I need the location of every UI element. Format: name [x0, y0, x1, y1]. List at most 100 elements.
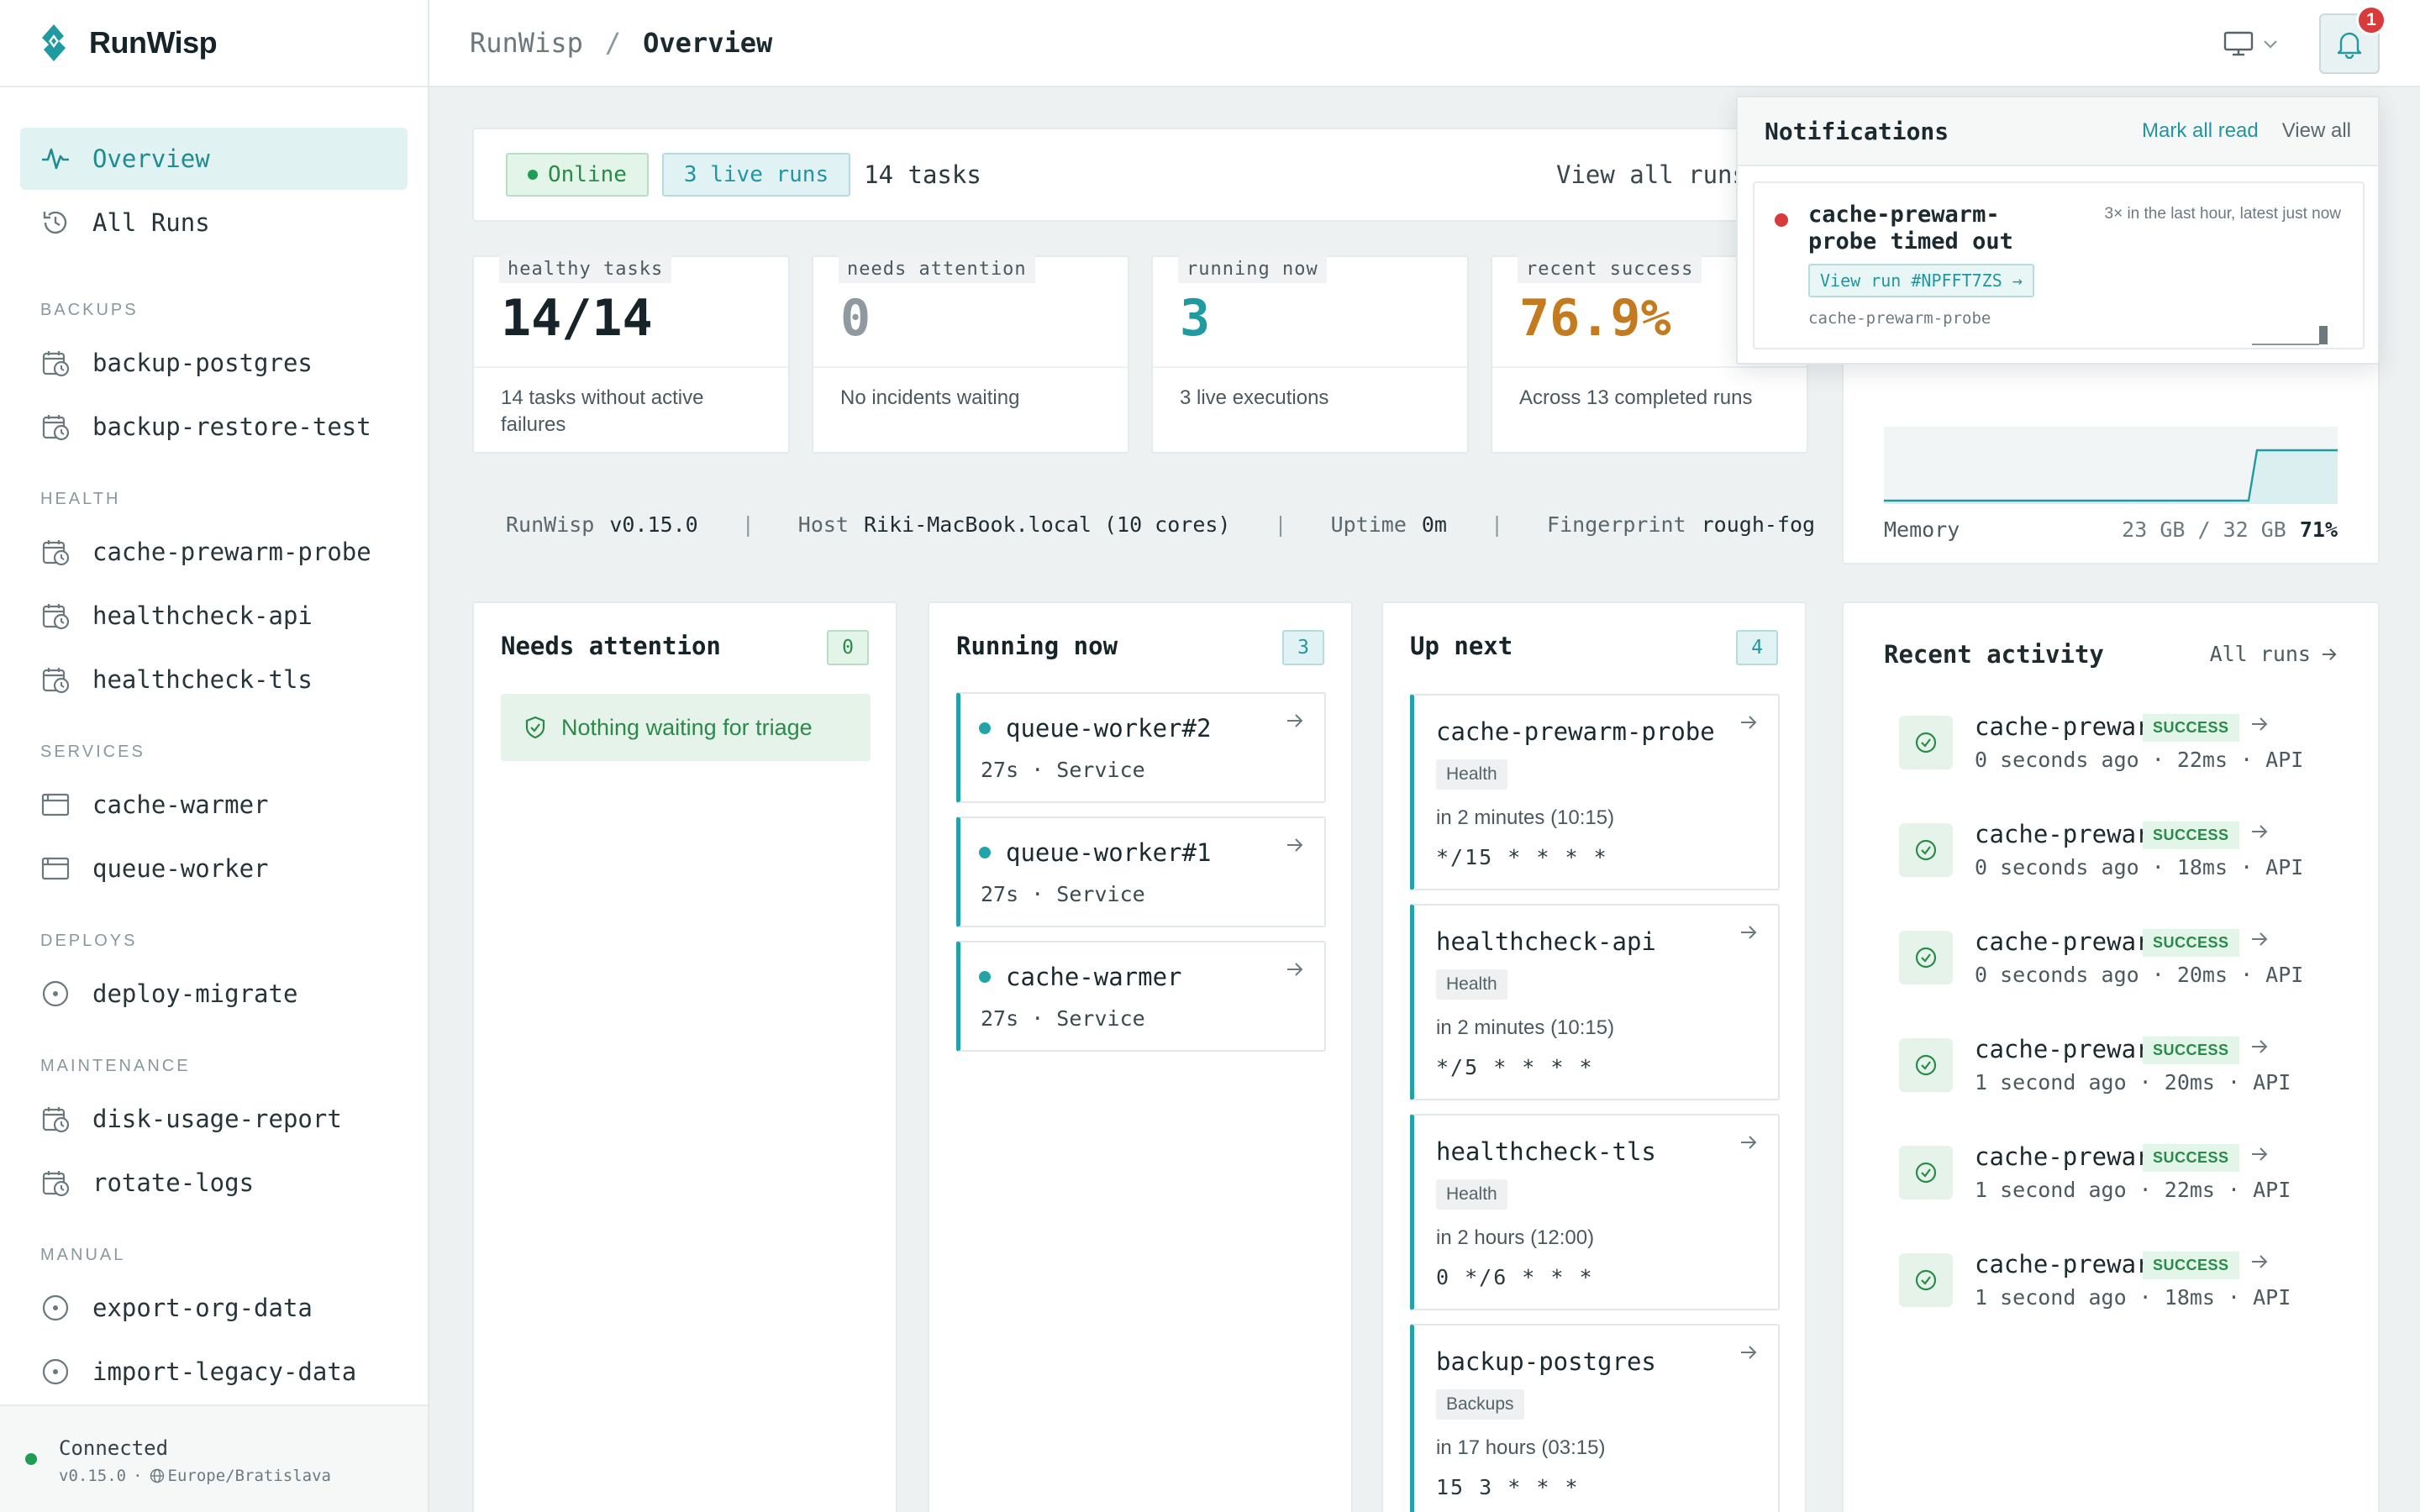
- sidebar-item-backup-postgres[interactable]: backup-postgres: [20, 332, 408, 394]
- separator: |: [1490, 512, 1504, 537]
- arrow-right-icon: [1741, 1136, 1757, 1149]
- running-item[interactable]: queue-worker#1 27s · Service: [956, 816, 1326, 927]
- status-badge: SUCCESS: [2143, 1037, 2239, 1064]
- status-bar: Online 3 live runs 14 tasks View all run…: [472, 128, 1807, 222]
- notifications-button[interactable]: 1: [2319, 5, 2386, 74]
- status-badge: SUCCESS: [2143, 929, 2239, 957]
- panel-count: 3: [1282, 630, 1324, 665]
- run-title: cache-warmer: [979, 963, 1182, 991]
- notification-source: cache-prewarm-probe: [1808, 309, 1991, 328]
- all-runs-link[interactable]: All runs: [2210, 642, 2338, 666]
- sidebar-item-cache-prewarm-probe[interactable]: cache-prewarm-probe: [20, 521, 408, 583]
- live-runs-badge[interactable]: 3 live runs: [661, 153, 851, 197]
- breadcrumb-root[interactable]: RunWisp: [470, 27, 583, 59]
- running-item[interactable]: cache-warmer 27s · Service: [956, 941, 1326, 1052]
- sidebar-item-all-runs[interactable]: All Runs: [20, 192, 408, 254]
- stat-divider: [474, 366, 788, 368]
- empty-triage-text: Nothing waiting for triage: [561, 714, 813, 740]
- activity-icon: [40, 144, 71, 174]
- needs-attention-panel: Needs attention 0 Nothing waiting for tr…: [472, 601, 897, 1512]
- sidebar-item-backup-restore-test[interactable]: backup-restore-test: [20, 396, 408, 458]
- page-title: Overview: [643, 27, 773, 59]
- check-circle-icon: [1899, 1038, 1953, 1092]
- sidebar-item-healthcheck-api[interactable]: healthcheck-api: [20, 585, 408, 647]
- arrow-right-icon: [1741, 716, 1757, 729]
- sidebar-section-health: HEALTH: [40, 490, 121, 508]
- stat-value: 3: [1180, 289, 1211, 348]
- cron-expression: */5 * * * *: [1436, 1055, 1594, 1079]
- sidebar-item-healthcheck-tls[interactable]: healthcheck-tls: [20, 648, 408, 711]
- scheduled-item[interactable]: cache-prewarm-probe Health in 2 minutes …: [1410, 694, 1780, 890]
- scheduled-item[interactable]: healthcheck-tls Health in 2 hours (12:00…: [1410, 1114, 1780, 1310]
- sidebar-item-queue-worker[interactable]: queue-worker: [20, 837, 408, 900]
- status-badge: SUCCESS: [2143, 714, 2239, 742]
- task-name: healthcheck-tls: [1436, 1137, 1656, 1166]
- notifications-popover: Notifications Mark all read View all cac…: [1736, 96, 2380, 365]
- activity-item[interactable]: cache-prewarm… SUCCESS 1 second ago · 20…: [1899, 1035, 2336, 1119]
- run-meta: 1 second ago · 20ms · API: [1975, 1070, 2291, 1095]
- run-meta: 27s · Service: [981, 882, 1145, 906]
- running-dot: [979, 847, 991, 858]
- sidebar-item-overview[interactable]: Overview: [20, 128, 408, 190]
- next-run-time: in 2 minutes (10:15): [1436, 1016, 1615, 1039]
- display-selector[interactable]: [2223, 30, 2279, 57]
- panel-count: 0: [827, 630, 869, 665]
- activity-item[interactable]: cache-prewarm… SUCCESS 1 second ago · 18…: [1899, 1250, 2336, 1334]
- window-icon: [40, 790, 71, 820]
- notification-item[interactable]: cache-prewarm-probe timed out 3× in the …: [1753, 181, 2365, 349]
- check-circle-icon: [1899, 823, 1953, 877]
- recent-activity-panel: Recent activity All runs cache-prewarm… …: [1842, 601, 2380, 1512]
- timezone: Europe/Bratislava: [167, 1467, 331, 1485]
- scheduled-item[interactable]: healthcheck-api Health in 2 minutes (10:…: [1410, 904, 1780, 1100]
- brand[interactable]: RunWisp: [0, 0, 428, 87]
- monitor-icon: [2223, 31, 2254, 56]
- memory-used: 23 GB / 32 GB: [2122, 517, 2286, 542]
- sidebar-item-rotate-logs[interactable]: rotate-logs: [20, 1152, 408, 1214]
- calendar-clock-icon: [40, 537, 71, 567]
- sidebar-section-deploys: DEPLOYS: [40, 932, 138, 950]
- globe-icon: [150, 1468, 164, 1483]
- breadcrumb: RunWisp / Overview: [470, 27, 772, 59]
- stat-description: No incidents waiting: [840, 386, 1020, 409]
- activity-item[interactable]: cache-prewarm… SUCCESS 0 seconds ago · 2…: [1899, 927, 2336, 1011]
- sidebar-item-deploy-migrate[interactable]: deploy-migrate: [20, 963, 408, 1025]
- notification-time: 3× in the last hour, latest just now: [2104, 205, 2341, 223]
- cron-expression: */15 * * * *: [1436, 845, 1608, 869]
- sidebar-item-disk-usage-report[interactable]: disk-usage-report: [20, 1088, 408, 1150]
- notification-count-badge: 1: [2356, 5, 2386, 35]
- stat-label: running now: [1178, 255, 1327, 283]
- view-run-link[interactable]: View run #NPFFT7ZS →: [1808, 264, 2034, 297]
- run-meta: 1 second ago · 18ms · API: [1975, 1285, 2291, 1310]
- stat-card-healthy-tasks: healthy tasks 14/14 14 tasks without act…: [472, 255, 790, 454]
- run-title: queue-worker#2: [979, 714, 1211, 743]
- stat-value: 76.9%: [1519, 289, 1671, 348]
- uptime-label: Uptime: [1330, 512, 1407, 537]
- activity-item[interactable]: cache-prewarm… SUCCESS 0 seconds ago · 2…: [1899, 712, 2336, 796]
- scheduled-item[interactable]: backup-postgres Backups in 17 hours (03:…: [1410, 1324, 1780, 1512]
- topbar: RunWisp / Overview 1: [429, 0, 2420, 87]
- stat-label: needs attention: [839, 255, 1035, 283]
- running-item[interactable]: queue-worker#2 27s · Service: [956, 692, 1326, 803]
- sidebar-item-cache-warmer[interactable]: cache-warmer: [20, 774, 408, 836]
- view-all-notifications-link[interactable]: View all: [2282, 119, 2351, 143]
- stat-card-needs-attention: needs attention 0 No incidents waiting: [812, 255, 1129, 454]
- status-badge: SUCCESS: [2143, 1252, 2239, 1279]
- activity-item[interactable]: cache-prewarm… SUCCESS 1 second ago · 22…: [1899, 1142, 2336, 1226]
- circle-dot-icon: [40, 1293, 71, 1323]
- separator: |: [741, 512, 755, 537]
- mark-all-read-button[interactable]: Mark all read: [2142, 119, 2259, 143]
- activity-item[interactable]: cache-prewarm… SUCCESS 0 seconds ago · 1…: [1899, 820, 2336, 904]
- sidebar-item-import-legacy-data[interactable]: import-legacy-data: [20, 1341, 408, 1403]
- stat-value: 0: [840, 289, 871, 348]
- circle-dot-icon: [40, 1357, 71, 1387]
- sidebar-item-export-org-data[interactable]: export-org-data: [20, 1277, 408, 1339]
- view-all-runs-link[interactable]: View all runs: [1556, 160, 1747, 189]
- sidebar-item-label: backup-restore-test: [92, 412, 371, 441]
- task-group-tag: Health: [1436, 759, 1507, 790]
- panel-count: 4: [1736, 630, 1778, 665]
- window-icon: [40, 853, 71, 884]
- run-name: queue-worker#2: [1006, 714, 1212, 743]
- sidebar-item-label: disk-usage-report: [92, 1105, 342, 1133]
- next-run-time: in 2 hours (12:00): [1436, 1226, 1595, 1249]
- notifications-title: Notifications: [1765, 117, 1949, 145]
